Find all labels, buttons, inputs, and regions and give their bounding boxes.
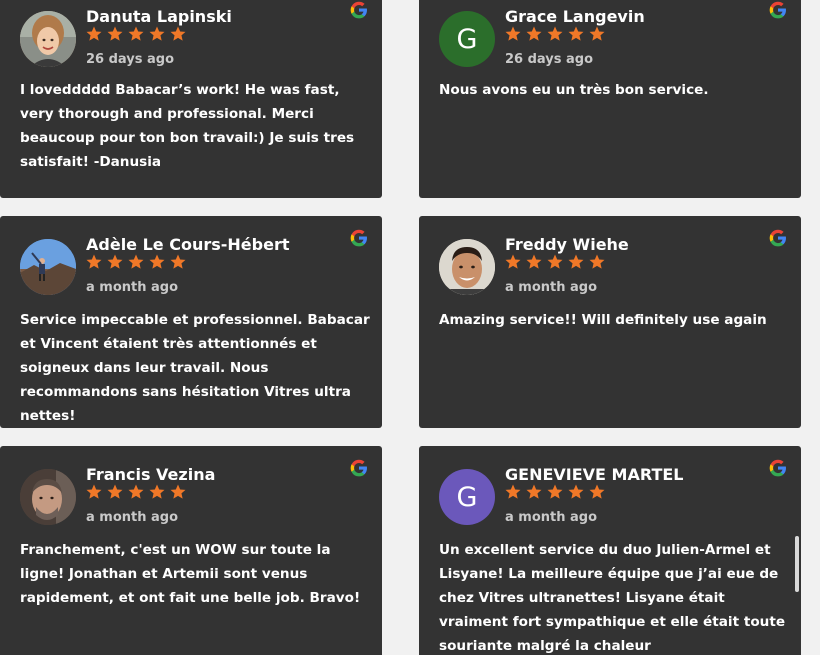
avatar[interactable]: [20, 11, 76, 67]
star-icon: [86, 484, 102, 499]
star-icon: [505, 254, 521, 269]
star-icon: [107, 484, 123, 499]
star-icon: [589, 26, 605, 41]
reviewer-name[interactable]: Francis Vezina: [86, 465, 215, 484]
star-icon: [505, 26, 521, 41]
review-card: Freddy Wiehe a month ago Amazing service…: [419, 216, 801, 428]
star-icon: [170, 254, 186, 269]
reviewer-name[interactable]: Adèle Le Cours-Hébert: [86, 235, 289, 254]
star-icon: [589, 254, 605, 269]
star-rating: [504, 483, 606, 501]
review-date: a month ago: [86, 510, 179, 525]
star-icon: [107, 254, 123, 269]
review-text: I loveddddd Babacar’s work! He was fast,…: [20, 82, 355, 170]
google-g-icon[interactable]: [768, 458, 788, 478]
review-date: a month ago: [505, 510, 598, 525]
star-rating: [504, 25, 606, 43]
review-text: Un excellent service du duo Julien-Armel…: [439, 542, 786, 654]
review-card: Adèle Le Cours-Hébert a month ago Servic…: [0, 216, 382, 428]
star-rating: [504, 253, 606, 271]
star-icon: [128, 254, 144, 269]
star-icon: [505, 484, 521, 499]
avatar[interactable]: [439, 239, 495, 295]
star-icon: [128, 484, 144, 499]
star-icon: [149, 484, 165, 499]
review-text: Service impeccable et professionnel. Bab…: [20, 312, 370, 424]
review-text: Amazing service!! Will definitely use ag…: [439, 312, 767, 328]
avatar[interactable]: [20, 469, 76, 525]
star-icon: [547, 254, 563, 269]
scrollbar-thumb[interactable]: [795, 536, 799, 592]
star-icon: [568, 26, 584, 41]
star-icon: [568, 254, 584, 269]
review-card: Danuta Lapinski 26 days ago I loveddddd …: [0, 0, 382, 198]
star-icon: [526, 26, 542, 41]
review-card: Francis Vezina a month ago Franchement, …: [0, 446, 382, 655]
reviewer-name[interactable]: GENEVIEVE MARTEL: [505, 465, 683, 484]
google-g-icon[interactable]: [349, 0, 369, 20]
review-card: G Grace Langevin 26 days ago Nous avons …: [419, 0, 801, 198]
star-icon: [149, 26, 165, 41]
reviews-grid: Danuta Lapinski 26 days ago I loveddddd …: [0, 0, 820, 655]
star-icon: [107, 26, 123, 41]
review-text: Nous avons eu un très bon service.: [439, 82, 709, 98]
avatar[interactable]: G: [439, 469, 495, 525]
review-date: 26 days ago: [86, 52, 175, 67]
reviewer-name[interactable]: Grace Langevin: [505, 7, 645, 26]
star-icon: [526, 484, 542, 499]
star-rating: [85, 483, 187, 501]
review-date: a month ago: [505, 280, 598, 295]
google-g-icon[interactable]: [768, 0, 788, 20]
star-icon: [568, 484, 584, 499]
star-rating: [85, 253, 187, 271]
google-g-icon[interactable]: [768, 228, 788, 248]
star-icon: [526, 254, 542, 269]
reviewer-name[interactable]: Danuta Lapinski: [86, 7, 232, 26]
star-icon: [170, 26, 186, 41]
avatar[interactable]: [20, 239, 76, 295]
star-icon: [547, 26, 563, 41]
review-date: 26 days ago: [505, 52, 594, 67]
avatar-letter: G: [456, 23, 478, 55]
star-rating: [85, 25, 187, 43]
reviewer-name[interactable]: Freddy Wiehe: [505, 235, 629, 254]
avatar-letter: G: [456, 481, 478, 513]
google-g-icon[interactable]: [349, 228, 369, 248]
star-icon: [547, 484, 563, 499]
star-icon: [170, 484, 186, 499]
review-date: a month ago: [86, 280, 179, 295]
review-text: Franchement, c'est un WOW sur toute la l…: [20, 542, 361, 606]
avatar[interactable]: G: [439, 11, 495, 67]
google-g-icon[interactable]: [349, 458, 369, 478]
scrollbar[interactable]: [795, 536, 799, 640]
star-icon: [86, 254, 102, 269]
star-icon: [589, 484, 605, 499]
star-icon: [86, 26, 102, 41]
star-icon: [149, 254, 165, 269]
star-icon: [128, 26, 144, 41]
review-card: G GENEVIEVE MARTEL a month ago Un excell…: [419, 446, 801, 655]
